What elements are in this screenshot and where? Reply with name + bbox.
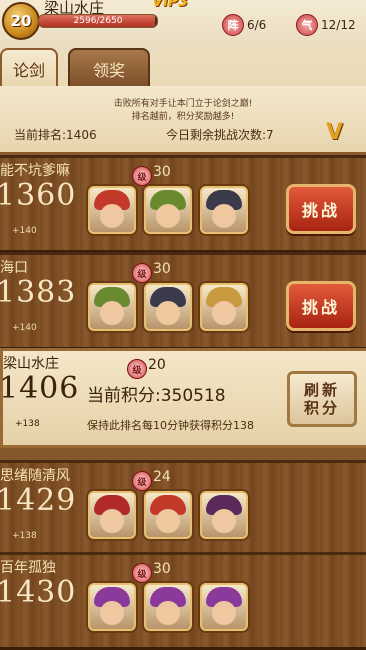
player-level-badge[interactable]: 20 — [2, 2, 40, 40]
current-points: 当前积分:350518 — [87, 386, 226, 406]
hero-portrait[interactable] — [88, 186, 136, 234]
hero-portraits — [88, 583, 248, 631]
refresh-points-button[interactable]: 刷新 积分 — [287, 371, 357, 427]
reward-bonus: +140 — [12, 226, 37, 236]
level-icon: 级 — [132, 263, 152, 283]
my-ranking-row: 梁山水庄 1406 +138 级 20 当前积分:350518 保持此排名每10… — [0, 348, 366, 448]
formation-stat[interactable]: 阵 6/6 — [222, 14, 266, 36]
tab-rewards[interactable]: 领奖 — [68, 48, 150, 88]
hero-portrait[interactable] — [88, 583, 136, 631]
hero-portraits — [88, 283, 248, 331]
hero-portrait[interactable] — [144, 186, 192, 234]
ranking-row: 能不坑爹嘛 1360 +140 级 30 挑战 — [0, 155, 366, 253]
hero-portrait[interactable] — [144, 283, 192, 331]
energy-stat[interactable]: 气 12/12 — [296, 14, 356, 36]
reward-bonus: +140 — [12, 323, 37, 333]
my-rank: 1406 — [0, 371, 80, 406]
tab-duel[interactable]: 论剑 — [0, 48, 58, 88]
top-bar: 20 梁山水庄 VIP3 2596/2650 阵 6/6 气 12/12 — [0, 0, 366, 50]
opponent-level: 30 — [153, 561, 171, 577]
challenge-button[interactable]: 挑战 — [286, 281, 356, 331]
vip-badge[interactable]: VIP3 — [152, 0, 188, 10]
my-level: 20 — [148, 357, 166, 373]
hero-portrait[interactable] — [200, 491, 248, 539]
ranking-row: 百年孤独 1430 级 30 — [0, 552, 366, 650]
reward-bonus: +138 — [12, 531, 37, 541]
opponent-level: 30 — [153, 261, 171, 277]
vip-v-icon[interactable]: V — [326, 120, 343, 145]
hero-portrait[interactable] — [200, 583, 248, 631]
exp-bar: 2596/2650 — [38, 14, 158, 28]
hero-portrait[interactable] — [200, 283, 248, 331]
opponent-name: 思绪随清风 — [0, 468, 70, 484]
energy-value: 12/12 — [321, 18, 356, 32]
exp-text: 2596/2650 — [73, 16, 123, 26]
hero-portrait[interactable] — [144, 491, 192, 539]
level-icon: 级 — [132, 166, 152, 186]
my-reward-bonus: +138 — [15, 419, 40, 429]
keep-rank-note: 保持此排名每10分钟获得积分138 — [87, 419, 254, 432]
level-icon: 级 — [132, 471, 152, 491]
opponent-name: 海口 — [0, 260, 28, 276]
hero-portrait[interactable] — [88, 283, 136, 331]
info-line-1: 击败所有对手让本门立于论剑之巅! — [113, 99, 253, 109]
info-panel: 击败所有对手让本门立于论剑之巅! 排名越前，积分奖励越多! 当前排名:1406 … — [0, 86, 366, 155]
hero-portrait[interactable] — [200, 186, 248, 234]
energy-icon: 气 — [296, 14, 318, 36]
my-name: 梁山水庄 — [3, 356, 59, 372]
refresh-label-1: 刷新 — [303, 381, 340, 399]
opponent-level: 24 — [153, 469, 171, 485]
hero-portraits — [88, 491, 248, 539]
formation-icon: 阵 — [222, 14, 244, 36]
formation-value: 6/6 — [247, 18, 267, 32]
opponent-level: 30 — [153, 164, 171, 180]
opponent-name: 百年孤独 — [0, 560, 56, 576]
level-icon: 级 — [127, 359, 147, 379]
opponent-rank: 1429 — [0, 483, 77, 518]
challenge-button[interactable]: 挑战 — [286, 184, 356, 234]
hero-portrait[interactable] — [144, 583, 192, 631]
info-line-2: 排名越前，积分奖励越多! — [131, 112, 235, 122]
current-rank: 当前排名:1406 — [14, 128, 97, 142]
ranking-row: 海口 1383 +140 级 30 挑战 — [0, 252, 366, 350]
opponent-rank: 1383 — [0, 275, 77, 310]
refresh-label-2: 积分 — [303, 399, 340, 417]
opponent-rank: 1360 — [0, 178, 77, 213]
hero-portraits — [88, 186, 248, 234]
hero-portrait[interactable] — [88, 491, 136, 539]
level-icon: 级 — [132, 563, 152, 583]
opponent-name: 能不坑爹嘛 — [0, 163, 70, 179]
remaining-challenges: 今日剩余挑战次数:7 — [166, 128, 274, 142]
ranking-row: 思绪随清风 1429 +138 级 24 — [0, 460, 366, 558]
